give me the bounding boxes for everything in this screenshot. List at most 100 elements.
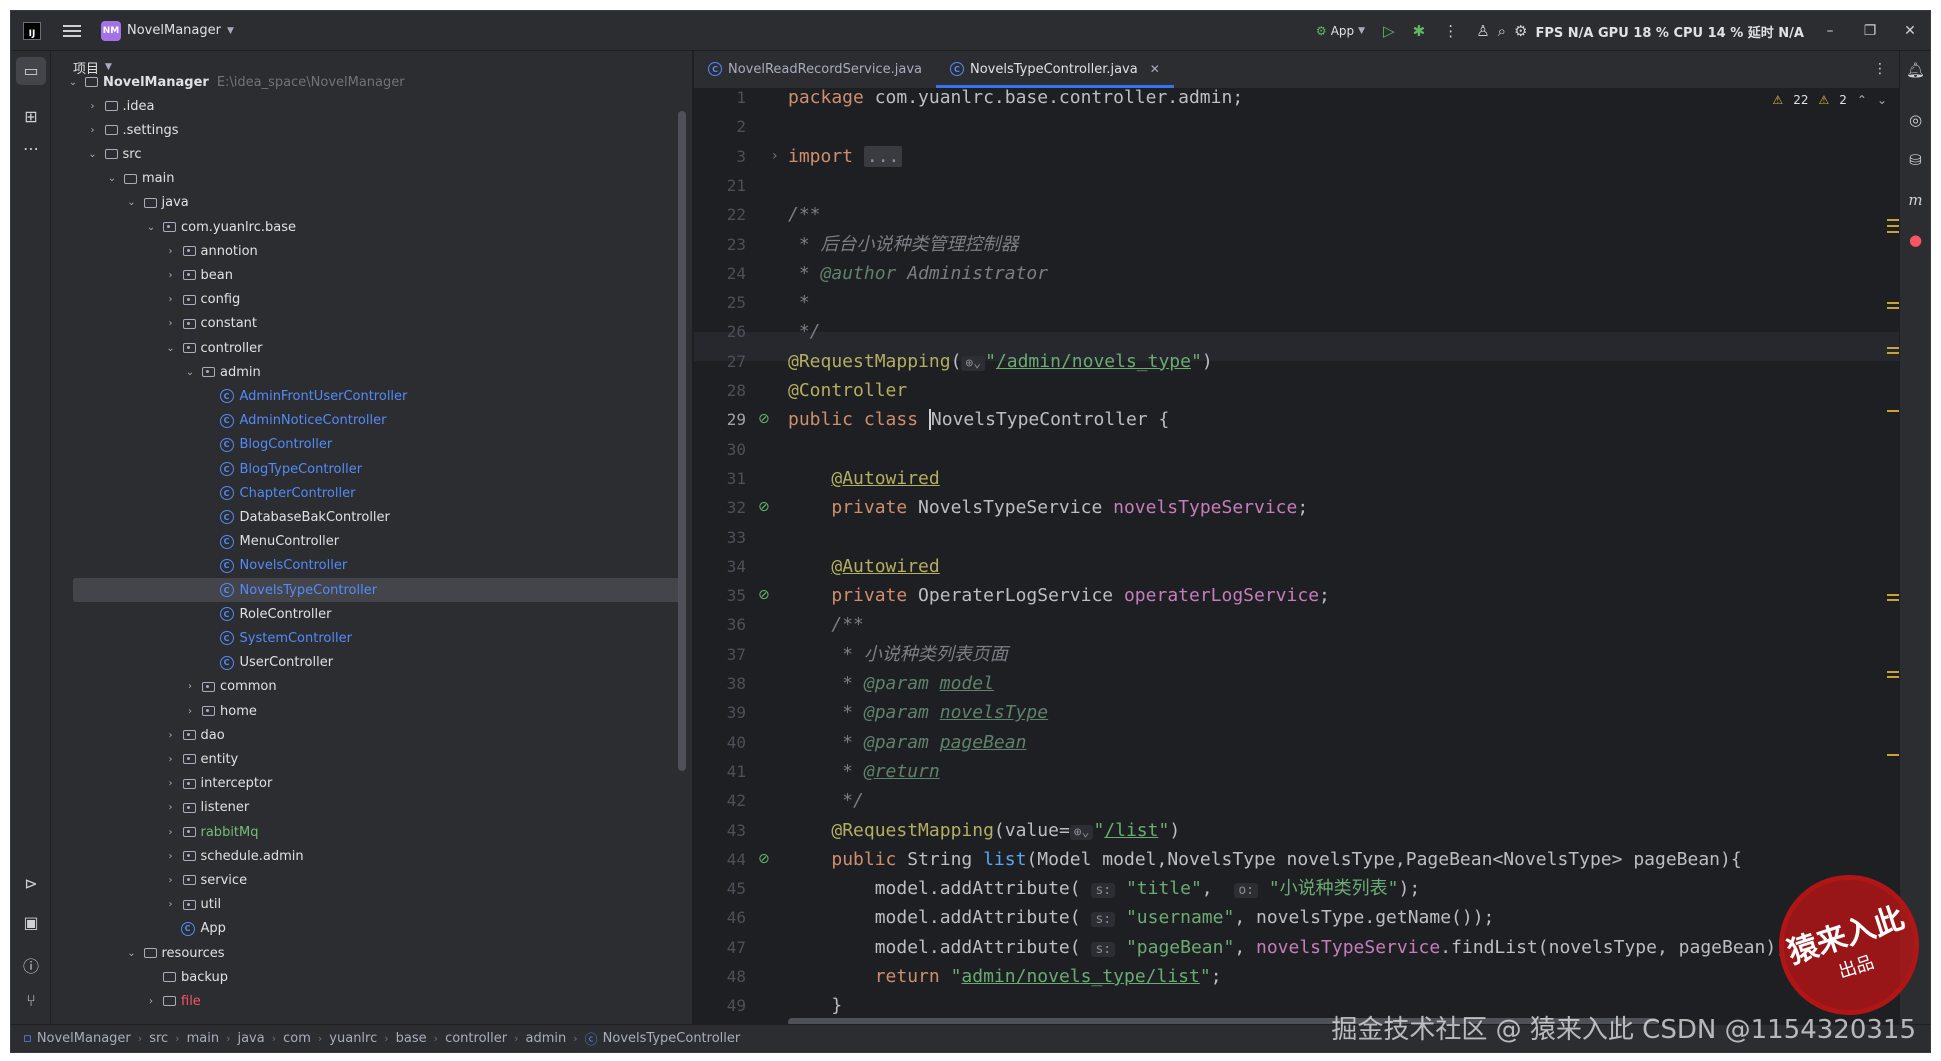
fold-expand-icon[interactable]: ›: [772, 142, 778, 171]
code-line[interactable]: */: [788, 317, 1851, 346]
more-actions-icon[interactable]: ⋮: [1443, 22, 1458, 40]
tree-item[interactable]: C ChapterController: [51, 481, 671, 505]
tree-item[interactable]: C DatabaseBakController: [51, 505, 671, 529]
tree-item[interactable]: › .settings: [51, 118, 671, 142]
tree-item[interactable]: › entity: [51, 747, 671, 771]
chevron-down-icon[interactable]: ⌄: [124, 197, 140, 208]
chevron-right-icon[interactable]: ›: [163, 730, 179, 741]
chevron-right-icon[interactable]: ›: [182, 681, 198, 692]
breadcrumb-item[interactable]: NovelManager: [37, 1031, 131, 1046]
tree-item[interactable]: › rabbitMq: [51, 820, 671, 844]
code-line[interactable]: * 小说种类列表页面: [788, 640, 1851, 669]
tree-item[interactable]: ⌄ java: [51, 191, 671, 215]
chevron-right-icon[interactable]: ›: [85, 101, 101, 112]
breadcrumb-item[interactable]: base: [396, 1031, 427, 1046]
code-line[interactable]: model.addAttribute( s: "title", o: "小说种类…: [788, 874, 1851, 903]
chevron-right-icon[interactable]: ›: [85, 125, 101, 136]
chevron-right-icon[interactable]: ›: [163, 270, 179, 281]
close-tab-icon[interactable]: ✕: [1150, 62, 1160, 76]
tree-item[interactable]: C RoleController: [51, 602, 671, 626]
tree-item[interactable]: C App: [51, 917, 671, 941]
project-folder-icon[interactable]: ▭: [16, 57, 46, 85]
code-line[interactable]: model.addAttribute( s: "pageBean", novel…: [788, 933, 1851, 962]
project-switcher[interactable]: NM NovelManager ▼: [101, 20, 234, 41]
code-line[interactable]: private OperaterLogService operaterLogSe…: [788, 581, 1851, 610]
code-line[interactable]: * @param pageBean: [788, 728, 1851, 757]
breadcrumb-item[interactable]: com: [283, 1031, 311, 1046]
code-line[interactable]: package com.yuanlrc.base.controller.admi…: [788, 89, 1851, 112]
code-line[interactable]: * @param model: [788, 669, 1851, 698]
code-line[interactable]: * 后台小说种类管理控制器: [788, 230, 1851, 259]
code-line[interactable]: public String list(Model model,NovelsTyp…: [788, 845, 1851, 874]
search-icon[interactable]: ⌕: [1498, 22, 1506, 40]
ai-assistant-icon[interactable]: ◎: [1900, 111, 1930, 129]
tree-item[interactable]: › bean: [51, 263, 671, 287]
tab-novelreadrecordservice[interactable]: C NovelReadRecordService.java: [694, 50, 936, 88]
code-line[interactable]: @Autowired: [788, 552, 1851, 581]
problems-icon[interactable]: ⓘ: [11, 953, 51, 977]
code-line[interactable]: * @author Administrator: [788, 259, 1851, 288]
tree-item[interactable]: › config: [51, 288, 671, 312]
more-tools-icon[interactable]: ⋯: [11, 139, 51, 158]
chevron-right-icon[interactable]: ›: [182, 706, 198, 717]
tree-item[interactable]: › .idea: [51, 94, 671, 118]
breadcrumb-item[interactable]: controller: [445, 1031, 507, 1046]
tree-item[interactable]: › listener: [51, 796, 671, 820]
chevron-right-icon[interactable]: ›: [143, 996, 159, 1007]
close-window-button[interactable]: ✕: [1890, 23, 1930, 39]
tree-item[interactable]: C AdminFrontUserController: [51, 384, 671, 408]
tree-item[interactable]: C MenuController: [51, 530, 671, 554]
tree-item[interactable]: › service: [51, 868, 671, 892]
breadcrumb-item[interactable]: src: [149, 1031, 168, 1046]
code-line[interactable]: *: [788, 288, 1851, 317]
tree-item[interactable]: ⌄ controller: [51, 336, 671, 360]
code-line[interactable]: model.addAttribute( s: "username", novel…: [788, 903, 1851, 932]
intellij-logo-icon[interactable]: IJ: [23, 21, 41, 40]
run-config-selector[interactable]: ⚙ App ▼: [1316, 24, 1365, 38]
breadcrumb-item[interactable]: main: [187, 1031, 219, 1046]
tab-novelstypecontroller[interactable]: C NovelsTypeController.java ✕: [935, 50, 1174, 88]
tree-item[interactable]: › file: [51, 989, 671, 1013]
code-line[interactable]: [788, 112, 1851, 141]
run-tool-icon[interactable]: ⊳: [11, 874, 51, 893]
tree-root[interactable]: ⌄ NovelManager E:\idea_space\NovelManage…: [51, 70, 671, 94]
tree-item[interactable]: › util: [51, 893, 671, 917]
tree-item[interactable]: ⌄ src: [51, 142, 671, 166]
chevron-right-icon[interactable]: ›: [163, 899, 179, 910]
chevron-right-icon[interactable]: ›: [163, 802, 179, 813]
bean-gutter-icon[interactable]: ⊘: [758, 581, 770, 610]
code-line[interactable]: @RequestMapping(value= ⊕⌄ "/list"): [788, 816, 1851, 845]
chevron-right-icon[interactable]: ›: [163, 246, 179, 257]
debug-icon[interactable]: ✱: [1413, 22, 1426, 40]
breadcrumb-item[interactable]: admin: [526, 1031, 567, 1046]
settings-gear-icon[interactable]: ⚙: [1514, 22, 1527, 40]
tree-item[interactable]: › interceptor: [51, 772, 671, 796]
chevron-right-icon[interactable]: ›: [163, 827, 179, 838]
structure-icon[interactable]: ⊞: [11, 107, 51, 126]
bean-gutter-icon[interactable]: ⊘: [758, 493, 770, 522]
maven-icon[interactable]: m: [1900, 191, 1930, 209]
breadcrumb-item[interactable]: java: [237, 1031, 264, 1046]
chevron-down-icon[interactable]: ⌄: [143, 222, 159, 233]
tree-item[interactable]: › annotion: [51, 239, 671, 263]
project-panel-scrollbar[interactable]: [678, 111, 686, 771]
tree-item[interactable]: backup: [51, 965, 671, 989]
chevron-down-icon[interactable]: ⌄: [1877, 93, 1887, 107]
chevron-down-icon[interactable]: ⌄: [85, 149, 101, 160]
tree-item[interactable]: C BlogController: [51, 433, 671, 457]
git-icon[interactable]: ⑂: [11, 991, 51, 1010]
main-menu-icon[interactable]: [63, 24, 81, 37]
tree-item[interactable]: › common: [51, 675, 671, 699]
code-line[interactable]: [788, 171, 1851, 200]
code-line[interactable]: */: [788, 786, 1851, 815]
chevron-right-icon[interactable]: ›: [163, 875, 179, 886]
tree-item[interactable]: ⌄ com.yuanlrc.base: [51, 215, 671, 239]
bean-gutter-icon[interactable]: ⊘: [758, 405, 770, 434]
minimize-button[interactable]: –: [1810, 23, 1850, 39]
code-line[interactable]: [788, 523, 1851, 552]
chevron-up-icon[interactable]: ⌃: [1857, 93, 1867, 107]
terminal-icon[interactable]: ▣: [11, 913, 51, 932]
code-line[interactable]: * @param novelsType: [788, 698, 1851, 727]
tree-item[interactable]: C NovelsTypeController: [73, 578, 685, 602]
code-line[interactable]: return "admin/novels_type/list";: [788, 962, 1851, 991]
